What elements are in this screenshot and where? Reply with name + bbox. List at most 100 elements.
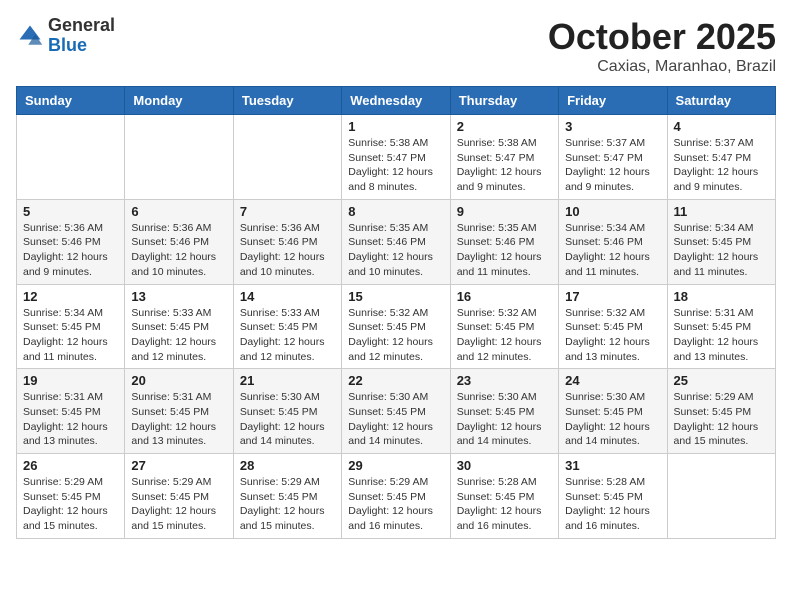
calendar-cell: 18Sunrise: 5:31 AM Sunset: 5:45 PM Dayli… [667,284,775,369]
calendar-cell [233,115,341,200]
calendar-cell: 16 Sunrise: 5:32 AM Sunset: 5:45 PM Dayli… [450,284,558,369]
day-info: Sunrise: 5:37 AM Sunset: 5:47 PM Dayligh… [565,136,660,195]
day-info: Sunrise: 5:38 AM Sunset: 5:47 PM Dayligh… [457,136,552,195]
day-info: Sunrise: 5:29 AM Sunset: 5:45 PM Dayligh… [131,475,226,534]
calendar-cell: 28 Sunrise: 5:29 AM Sunset: 5:45 PM Dayli… [233,454,341,539]
calendar-cell: 22 Sunrise: 5:30 AM Sunset: 5:45 PM Dayli… [342,369,450,454]
calendar-cell: 17 Sunrise: 5:32 AM Sunset: 5:45 PM Dayli… [559,284,667,369]
day-info: Sunrise: 5:32 AM Sunset: 5:45 PM Dayligh… [565,306,660,365]
day-info: Sunrise: 5:28 AM Sunset: 5:45 PM Dayligh… [565,475,660,534]
day-info: Sunrise: 5:38 AM Sunset: 5:47 PM Dayligh… [348,136,443,195]
calendar-cell [17,115,125,200]
logo-blue-text: Blue [48,36,115,56]
calendar-week-row: 12 Sunrise: 5:34 AM Sunset: 5:45 PM Dayli… [17,284,776,369]
month-title: October 2025 [548,16,776,58]
day-number: 29 [348,458,443,473]
day-info: Sunrise: 5:28 AM Sunset: 5:45 PM Dayligh… [457,475,552,534]
calendar-cell: 11 Sunrise: 5:34 AM Sunset: 5:45 PM Dayli… [667,199,775,284]
day-number: 31 [565,458,660,473]
title-area: October 2025 Caxias, Maranhao, Brazil [548,16,776,76]
calendar-header-row: SundayMondayTuesdayWednesdayThursdayFrid… [17,87,776,115]
day-info: Sunrise: 5:30 AM Sunset: 5:45 PM Dayligh… [457,390,552,449]
day-number: 27 [131,458,226,473]
day-number: 12 [23,289,118,304]
day-info: Sunrise: 5:31 AM Sunset: 5:45 PM Dayligh… [23,390,118,449]
day-info: Sunrise: 5:33 AM Sunset: 5:45 PM Dayligh… [240,306,335,365]
header-thursday: Thursday [450,87,558,115]
calendar-cell: 19 Sunrise: 5:31 AM Sunset: 5:45 PM Dayli… [17,369,125,454]
day-info: Sunrise: 5:32 AM Sunset: 5:45 PM Dayligh… [457,306,552,365]
calendar-cell: 14Sunrise: 5:33 AM Sunset: 5:45 PM Dayli… [233,284,341,369]
calendar-cell: 13Sunrise: 5:33 AM Sunset: 5:45 PM Dayli… [125,284,233,369]
location-title: Caxias, Maranhao, Brazil [548,58,776,76]
calendar-cell: 21Sunrise: 5:30 AM Sunset: 5:45 PM Dayli… [233,369,341,454]
day-number: 4 [674,119,769,134]
calendar-cell: 8 Sunrise: 5:35 AM Sunset: 5:46 PM Daylig… [342,199,450,284]
day-number: 21 [240,373,335,388]
calendar-cell: 24Sunrise: 5:30 AM Sunset: 5:45 PM Dayli… [559,369,667,454]
day-number: 19 [23,373,118,388]
logo: General Blue [16,16,115,56]
day-number: 15 [348,289,443,304]
day-number: 1 [348,119,443,134]
day-number: 2 [457,119,552,134]
day-info: Sunrise: 5:37 AM Sunset: 5:47 PM Dayligh… [674,136,769,195]
calendar-cell: 27 Sunrise: 5:29 AM Sunset: 5:45 PM Dayli… [125,454,233,539]
calendar-cell: 3Sunrise: 5:37 AM Sunset: 5:47 PM Daylig… [559,115,667,200]
calendar-cell: 2 Sunrise: 5:38 AM Sunset: 5:47 PM Daylig… [450,115,558,200]
calendar-cell: 9Sunrise: 5:35 AM Sunset: 5:46 PM Daylig… [450,199,558,284]
calendar-cell: 30Sunrise: 5:28 AM Sunset: 5:45 PM Dayli… [450,454,558,539]
day-info: Sunrise: 5:29 AM Sunset: 5:45 PM Dayligh… [348,475,443,534]
calendar-cell: 15 Sunrise: 5:32 AM Sunset: 5:45 PM Dayli… [342,284,450,369]
day-number: 20 [131,373,226,388]
day-info: Sunrise: 5:34 AM Sunset: 5:46 PM Dayligh… [565,221,660,280]
calendar-week-row: 26 Sunrise: 5:29 AM Sunset: 5:45 PM Dayli… [17,454,776,539]
calendar-cell: 6Sunrise: 5:36 AM Sunset: 5:46 PM Daylig… [125,199,233,284]
day-number: 6 [131,204,226,219]
logo-general-text: General [48,16,115,36]
day-number: 7 [240,204,335,219]
day-info: Sunrise: 5:31 AM Sunset: 5:45 PM Dayligh… [131,390,226,449]
day-info: Sunrise: 5:36 AM Sunset: 5:46 PM Dayligh… [23,221,118,280]
day-number: 9 [457,204,552,219]
day-info: Sunrise: 5:34 AM Sunset: 5:45 PM Dayligh… [674,221,769,280]
day-number: 8 [348,204,443,219]
day-number: 16 [457,289,552,304]
header-saturday: Saturday [667,87,775,115]
day-info: Sunrise: 5:36 AM Sunset: 5:46 PM Dayligh… [240,221,335,280]
calendar-cell: 12 Sunrise: 5:34 AM Sunset: 5:45 PM Dayli… [17,284,125,369]
day-number: 26 [23,458,118,473]
day-info: Sunrise: 5:29 AM Sunset: 5:45 PM Dayligh… [674,390,769,449]
calendar-cell: 20 Sunrise: 5:31 AM Sunset: 5:45 PM Dayli… [125,369,233,454]
calendar-cell [125,115,233,200]
day-info: Sunrise: 5:30 AM Sunset: 5:45 PM Dayligh… [348,390,443,449]
calendar-cell: 25Sunrise: 5:29 AM Sunset: 5:45 PM Dayli… [667,369,775,454]
calendar-cell: 10 Sunrise: 5:34 AM Sunset: 5:46 PM Dayli… [559,199,667,284]
day-number: 17 [565,289,660,304]
calendar-cell: 5Sunrise: 5:36 AM Sunset: 5:46 PM Daylig… [17,199,125,284]
calendar-week-row: 5Sunrise: 5:36 AM Sunset: 5:46 PM Daylig… [17,199,776,284]
header-wednesday: Wednesday [342,87,450,115]
day-number: 11 [674,204,769,219]
day-info: Sunrise: 5:30 AM Sunset: 5:45 PM Dayligh… [565,390,660,449]
calendar-cell: 31 Sunrise: 5:28 AM Sunset: 5:45 PM Dayli… [559,454,667,539]
day-info: Sunrise: 5:32 AM Sunset: 5:45 PM Dayligh… [348,306,443,365]
header-monday: Monday [125,87,233,115]
calendar-cell [667,454,775,539]
day-info: Sunrise: 5:34 AM Sunset: 5:45 PM Dayligh… [23,306,118,365]
header-friday: Friday [559,87,667,115]
calendar-cell: 7 Sunrise: 5:36 AM Sunset: 5:46 PM Daylig… [233,199,341,284]
header: General Blue October 2025 Caxias, Maranh… [16,16,776,76]
day-number: 13 [131,289,226,304]
calendar-cell: 4 Sunrise: 5:37 AM Sunset: 5:47 PM Daylig… [667,115,775,200]
calendar-week-row: 19 Sunrise: 5:31 AM Sunset: 5:45 PM Dayli… [17,369,776,454]
calendar-cell: 29 Sunrise: 5:29 AM Sunset: 5:45 PM Dayli… [342,454,450,539]
day-number: 18 [674,289,769,304]
day-number: 22 [348,373,443,388]
day-info: Sunrise: 5:29 AM Sunset: 5:45 PM Dayligh… [240,475,335,534]
day-number: 10 [565,204,660,219]
day-info: Sunrise: 5:35 AM Sunset: 5:46 PM Dayligh… [348,221,443,280]
day-number: 28 [240,458,335,473]
calendar-cell: 26Sunrise: 5:29 AM Sunset: 5:45 PM Dayli… [17,454,125,539]
calendar-cell: 1 Sunrise: 5:38 AM Sunset: 5:47 PM Daylig… [342,115,450,200]
